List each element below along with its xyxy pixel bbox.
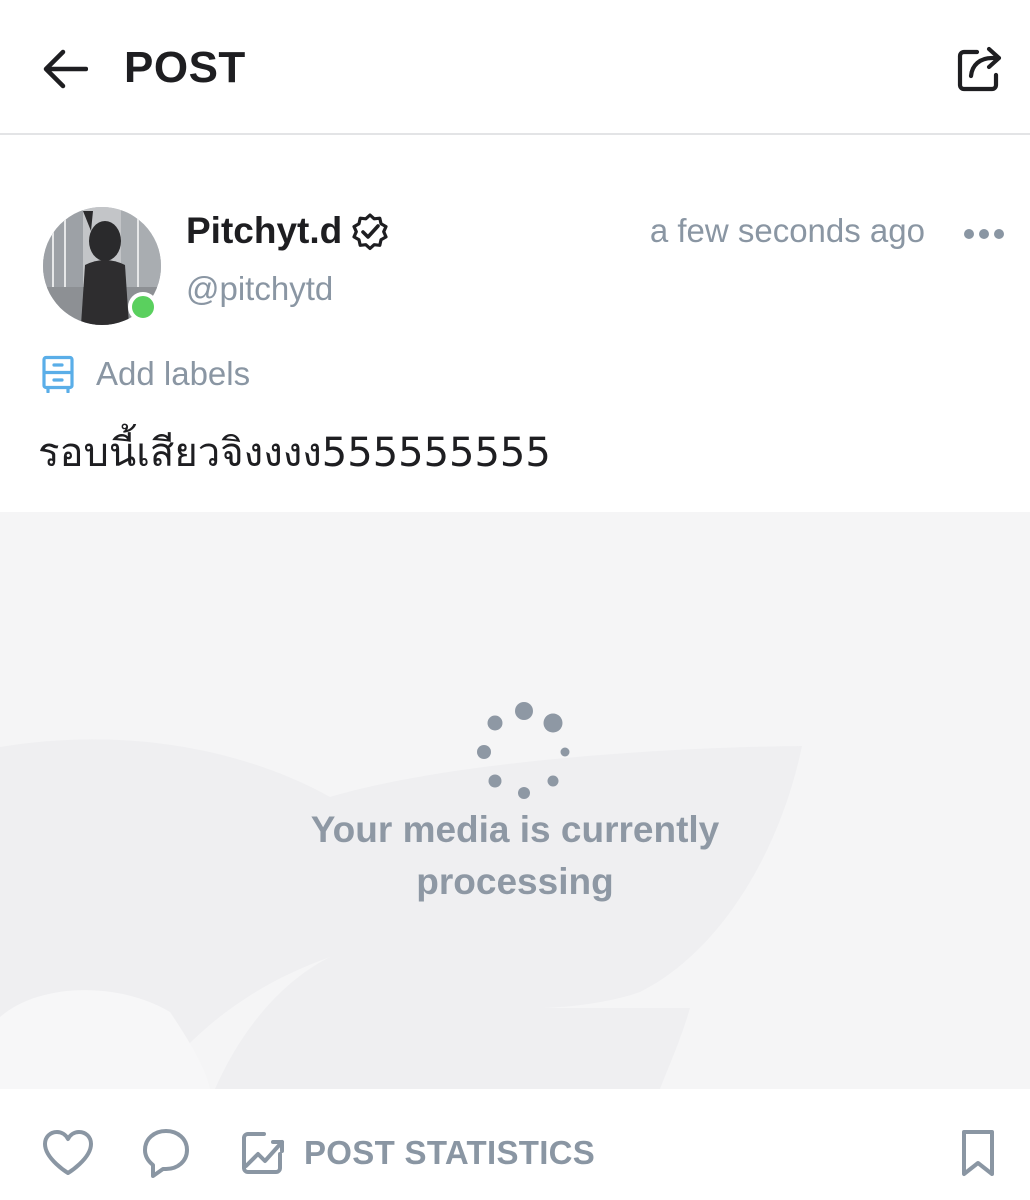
author-username[interactable]: @pitchytd — [186, 268, 333, 310]
post-timestamp: a few seconds ago — [649, 212, 925, 249]
page-title: POST — [124, 43, 246, 92]
add-labels-button[interactable]: Add labels — [40, 352, 250, 396]
author-display-name[interactable]: Pitchyt.d — [186, 208, 342, 254]
media-processing-placeholder: Your media is currently processing — [0, 512, 1030, 1089]
labels-icon — [40, 354, 76, 394]
arrow-left-icon — [43, 49, 88, 89]
verified-badge-icon — [352, 213, 388, 251]
more-options-button[interactable] — [958, 214, 1010, 254]
header-divider — [0, 133, 1030, 135]
bookmark-button[interactable] — [950, 1125, 1006, 1181]
share-button[interactable] — [950, 38, 1010, 98]
post-body-text: รอบนี้เสียวจิงงงง555555555 — [38, 430, 551, 476]
post-statistics-button[interactable]: POST STATISTICS — [238, 1125, 595, 1181]
comment-button[interactable] — [138, 1125, 194, 1181]
heart-icon — [43, 1130, 93, 1175]
more-dots-icon — [964, 229, 1004, 239]
post-statistics-label: POST STATISTICS — [304, 1134, 596, 1171]
app-header: POST — [0, 0, 1030, 134]
add-labels-label: Add labels — [96, 355, 251, 392]
bookmark-icon — [962, 1130, 994, 1176]
comment-icon — [143, 1129, 189, 1178]
media-processing-message: Your media is currently processing — [0, 804, 1030, 908]
chart-icon — [238, 1127, 290, 1179]
loading-spinner-icon — [477, 702, 570, 799]
post-actions-bar: POST STATISTICS — [0, 1089, 1030, 1200]
back-button[interactable] — [36, 40, 94, 98]
media-processing-text: Your media is currently processing — [310, 809, 720, 902]
share-icon — [957, 46, 1002, 92]
like-button[interactable] — [40, 1125, 96, 1181]
online-status-indicator — [128, 292, 158, 322]
